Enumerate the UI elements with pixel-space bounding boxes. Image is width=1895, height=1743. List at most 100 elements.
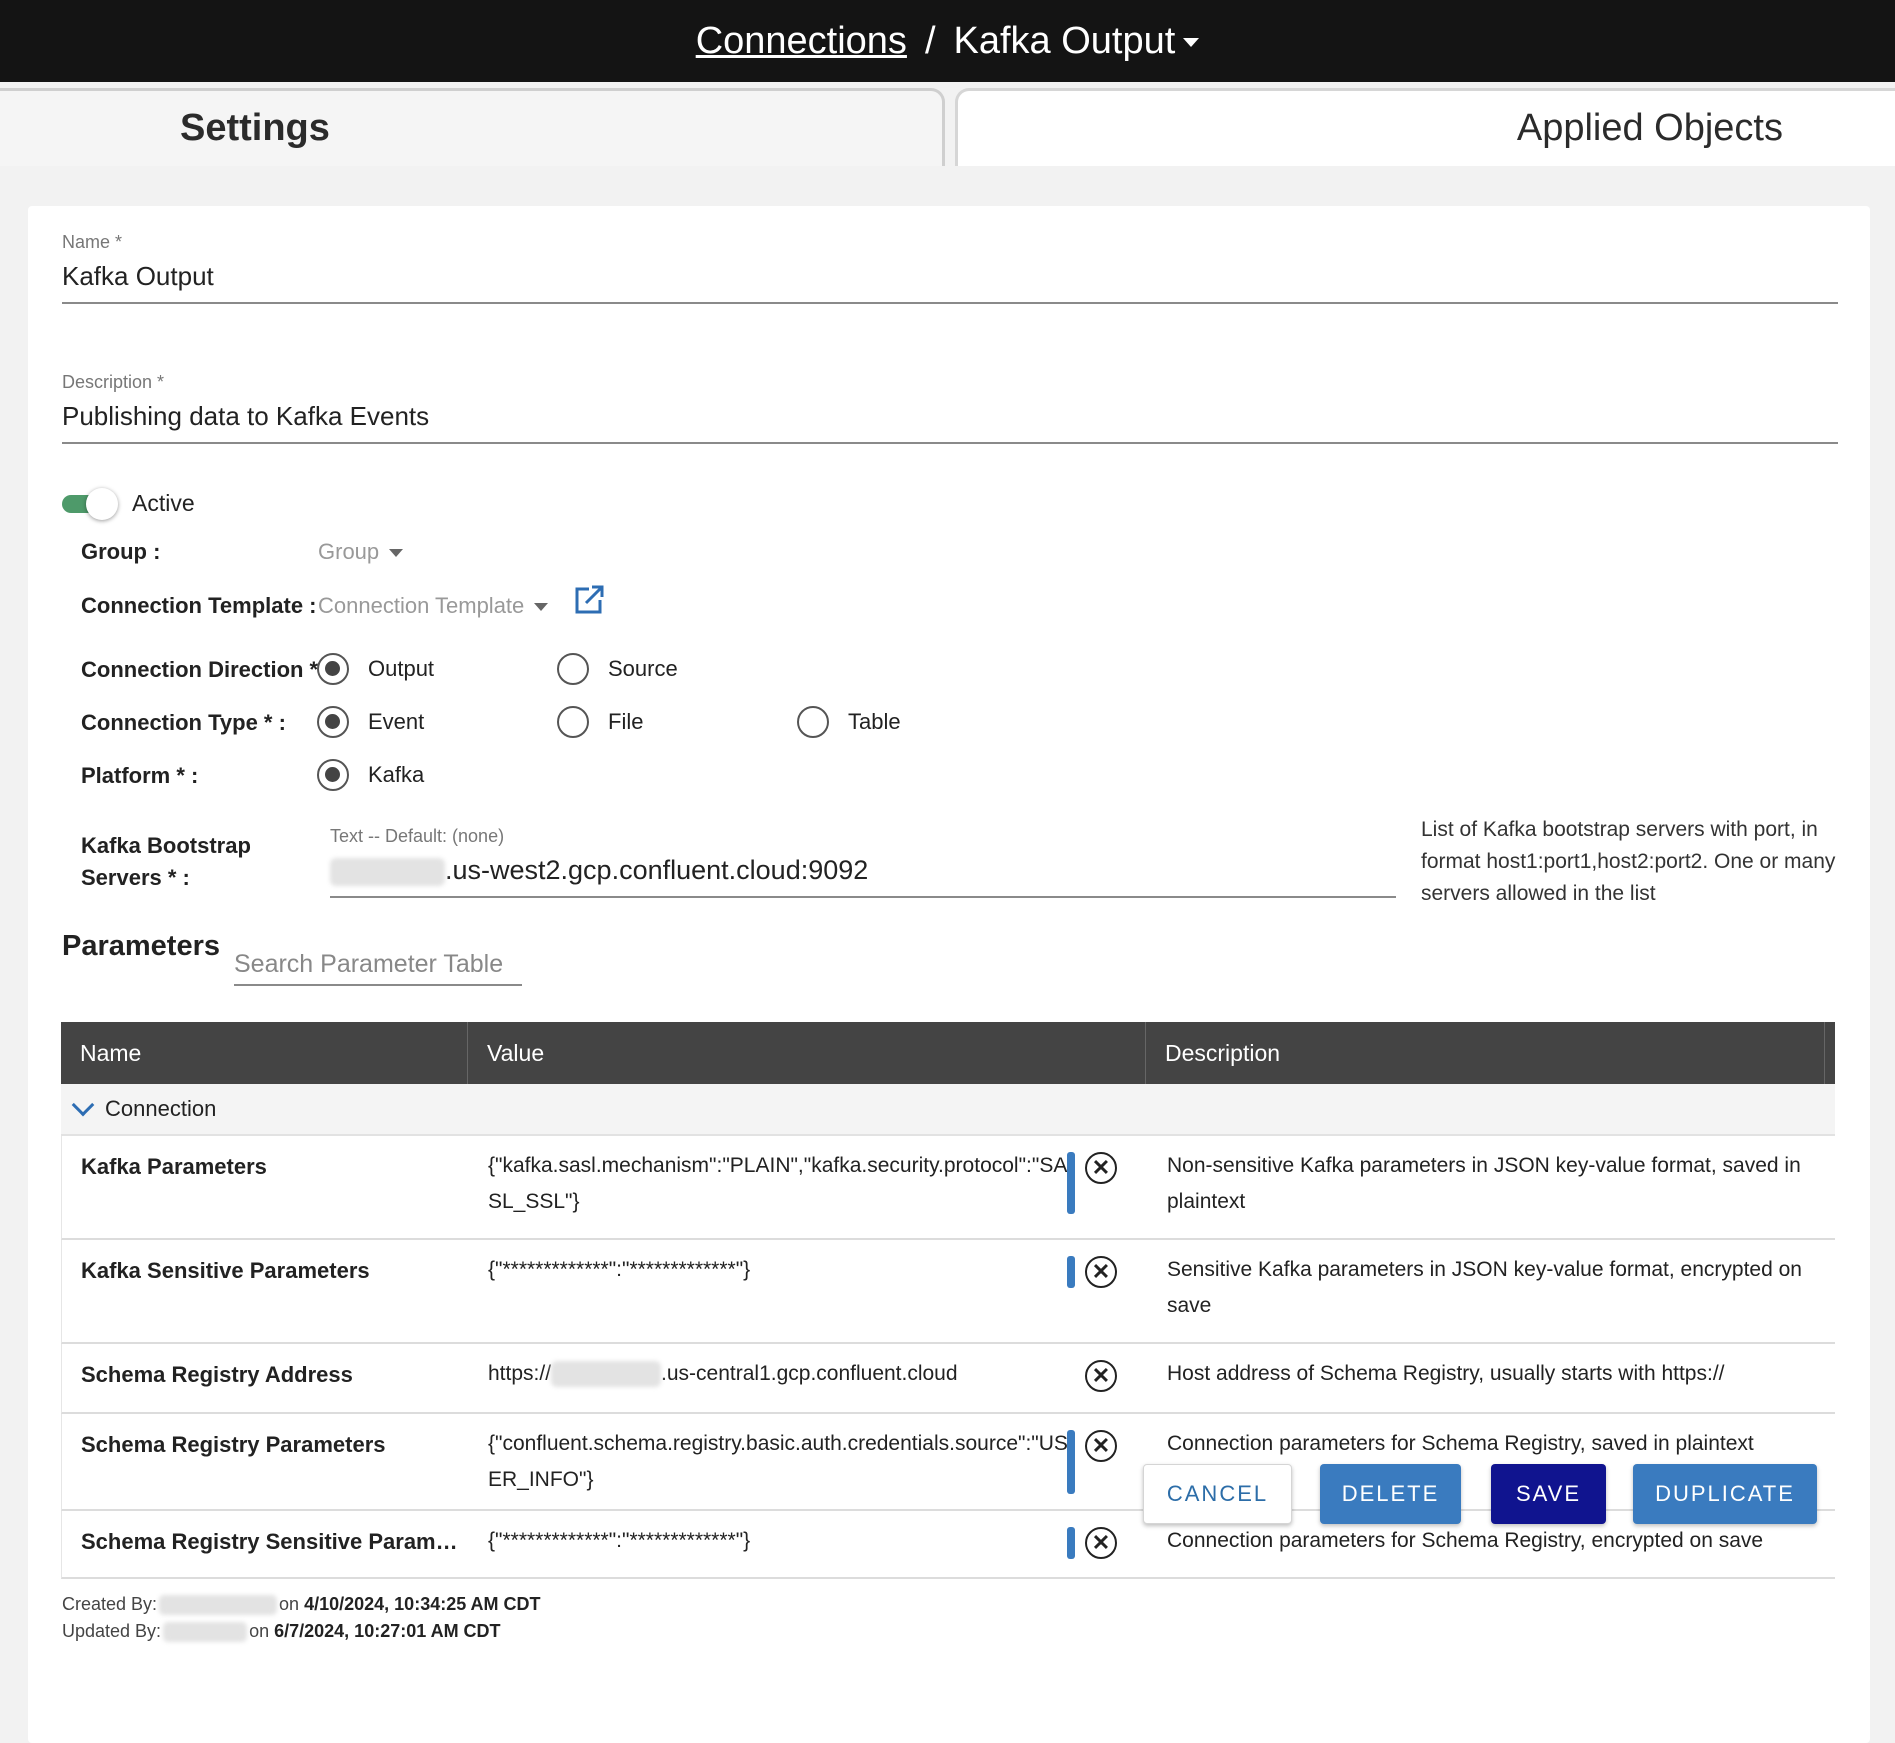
tab-settings[interactable]: Settings [0,88,945,166]
param-name: Schema Registry Parameters [81,1432,386,1457]
top-bar: Connections / Kafka Output [0,0,1895,82]
created-date: 4/10/2024, 10:34:25 AM CDT [304,1594,541,1614]
param-value-cell[interactable]: {"*************":"*************"} ✕ [469,1240,1147,1342]
updated-by-line: Updated By: on 6/7/2024, 10:27:01 AM CDT [62,1621,501,1643]
redacted-host [551,1361,662,1388]
resize-handle[interactable] [1067,1152,1075,1214]
bootstrap-servers-field[interactable]: Text -- Default: (none) .us-west2.gcp.co… [330,826,1396,898]
name-input[interactable]: Kafka Output [62,261,1838,302]
table-header: Name Value Description [61,1022,1835,1084]
connection-type-label: Connection Type * : [81,710,286,735]
tab-bar: Settings Applied Objects [0,82,1895,166]
clear-icon[interactable]: ✕ [1085,1527,1117,1559]
clear-icon[interactable]: ✕ [1085,1152,1117,1184]
table-row: Kafka Parameters {"kafka.sasl.mechanism"… [61,1136,1835,1240]
chevron-down-icon[interactable] [71,1093,95,1117]
active-toggle[interactable] [62,488,118,520]
radio-label: Output [368,656,435,681]
redacted-user [163,1622,248,1643]
param-value[interactable]: https:// .us-central1.gcp.confluent.cloud [488,1356,1078,1392]
name-field[interactable]: Name * Kafka Output [62,232,1838,304]
column-header-value[interactable]: Value [468,1022,1146,1084]
breadcrumb-connections-link[interactable]: Connections [696,20,907,63]
bootstrap-servers-hint: Text -- Default: (none) [330,826,505,846]
param-name: Schema Registry Address [81,1362,353,1387]
connection-template-select[interactable]: Connection Template [318,593,549,619]
param-description: Host address of Schema Registry, usually… [1167,1362,1725,1385]
resize-handle[interactable] [1067,1430,1075,1494]
radio-unselected-icon [797,706,829,738]
param-value[interactable]: {"*************":"*************"} [488,1252,1078,1288]
url-prefix: https:// [488,1362,552,1385]
resize-handle[interactable] [1067,1256,1075,1288]
toggle-knob [86,488,118,520]
radio-unselected-icon [557,706,589,738]
name-label: Name * [62,232,123,252]
connection-switcher[interactable]: Kafka Output [954,20,1200,63]
bootstrap-servers-label: Kafka Bootstrap Servers * : [81,833,251,890]
parameter-search-input[interactable] [234,944,522,986]
param-value[interactable]: {"*************":"*************"} [488,1523,1078,1559]
tab-applied-objects[interactable]: Applied Objects [955,88,1895,166]
created-by-line: Created By: on 4/10/2024, 10:34:25 AM CDT [62,1594,541,1616]
connection-template-value: Connection Template [318,593,525,618]
param-description: Sensitive Kafka parameters in JSON key-v… [1167,1258,1802,1317]
delete-button[interactable]: DELETE [1320,1464,1461,1524]
param-value-cell[interactable]: {"confluent.schema.registry.basic.auth.c… [469,1414,1147,1509]
bootstrap-servers-input[interactable]: .us-west2.gcp.confluent.cloud:9092 [330,855,1396,896]
updated-by-label: Updated By: [62,1621,162,1641]
param-value[interactable]: {"kafka.sasl.mechanism":"PLAIN","kafka.s… [488,1148,1078,1220]
radio-label: File [608,709,644,734]
breadcrumb-separator: / [924,19,936,62]
redacted-host [330,857,445,886]
bootstrap-servers-help: List of Kafka bootstrap servers with por… [1421,818,1836,905]
param-name: Schema Registry Sensitive Paramet... [81,1529,469,1554]
clear-icon[interactable]: ✕ [1085,1256,1117,1288]
cancel-button[interactable]: CANCEL [1143,1464,1292,1524]
group-label: Group : [81,539,161,564]
radio-unselected-icon [557,653,589,685]
radio-direction-output[interactable]: Output [317,653,434,685]
group-select-value: Group [318,539,380,564]
connection-direction-label: Connection Direction * : [81,657,332,682]
clear-icon[interactable]: ✕ [1085,1360,1117,1392]
clear-icon[interactable]: ✕ [1085,1430,1117,1462]
resize-handle[interactable] [1067,1527,1075,1559]
description-label: Description * [62,372,165,392]
radio-selected-icon [317,759,349,791]
url-suffix: .us-central1.gcp.confluent.cloud [661,1362,958,1385]
group-select[interactable]: Group [318,539,404,565]
column-header-name[interactable]: Name [61,1022,468,1084]
duplicate-button[interactable]: DUPLICATE [1633,1464,1817,1524]
column-header-description[interactable]: Description [1146,1022,1825,1084]
param-value[interactable]: {"confluent.schema.registry.basic.auth.c… [488,1426,1078,1498]
table-row: Schema Registry Address https:// .us-cent… [61,1344,1835,1414]
param-name: Kafka Parameters [81,1154,267,1179]
description-field[interactable]: Description * Publishing data to Kafka E… [62,372,1838,444]
save-button[interactable]: SAVE [1491,1464,1606,1524]
param-value-cell[interactable]: https:// .us-central1.gcp.confluent.cloud… [469,1344,1147,1412]
group-row-connection[interactable]: Connection [61,1084,1835,1136]
parameters-title: Parameters [62,930,220,962]
radio-type-table[interactable]: Table [797,706,901,738]
updated-date: 6/7/2024, 10:27:01 AM CDT [274,1621,501,1641]
description-input[interactable]: Publishing data to Kafka Events [62,401,1838,442]
group-label: Connection [105,1096,217,1121]
radio-type-file[interactable]: File [557,706,643,738]
created-on-label: on [279,1594,300,1614]
caret-down-icon [389,549,404,558]
radio-type-event[interactable]: Event [317,706,424,738]
caret-down-icon [534,603,549,612]
updated-on-label: on [249,1621,270,1641]
page-title: Kafka Output [953,19,1176,62]
param-value-cell[interactable]: {"*************":"*************"} ✕ [469,1511,1147,1577]
redacted-user [159,1595,278,1616]
radio-selected-icon [317,653,349,685]
radio-platform-kafka[interactable]: Kafka [317,759,424,791]
open-in-new-icon[interactable] [575,584,605,614]
radio-direction-source[interactable]: Source [557,653,678,685]
connection-template-label: Connection Template : [81,593,317,618]
bootstrap-servers-value: .us-west2.gcp.confluent.cloud:9092 [445,855,869,885]
active-label: Active [132,490,195,516]
param-value-cell[interactable]: {"kafka.sasl.mechanism":"PLAIN","kafka.s… [469,1136,1147,1238]
